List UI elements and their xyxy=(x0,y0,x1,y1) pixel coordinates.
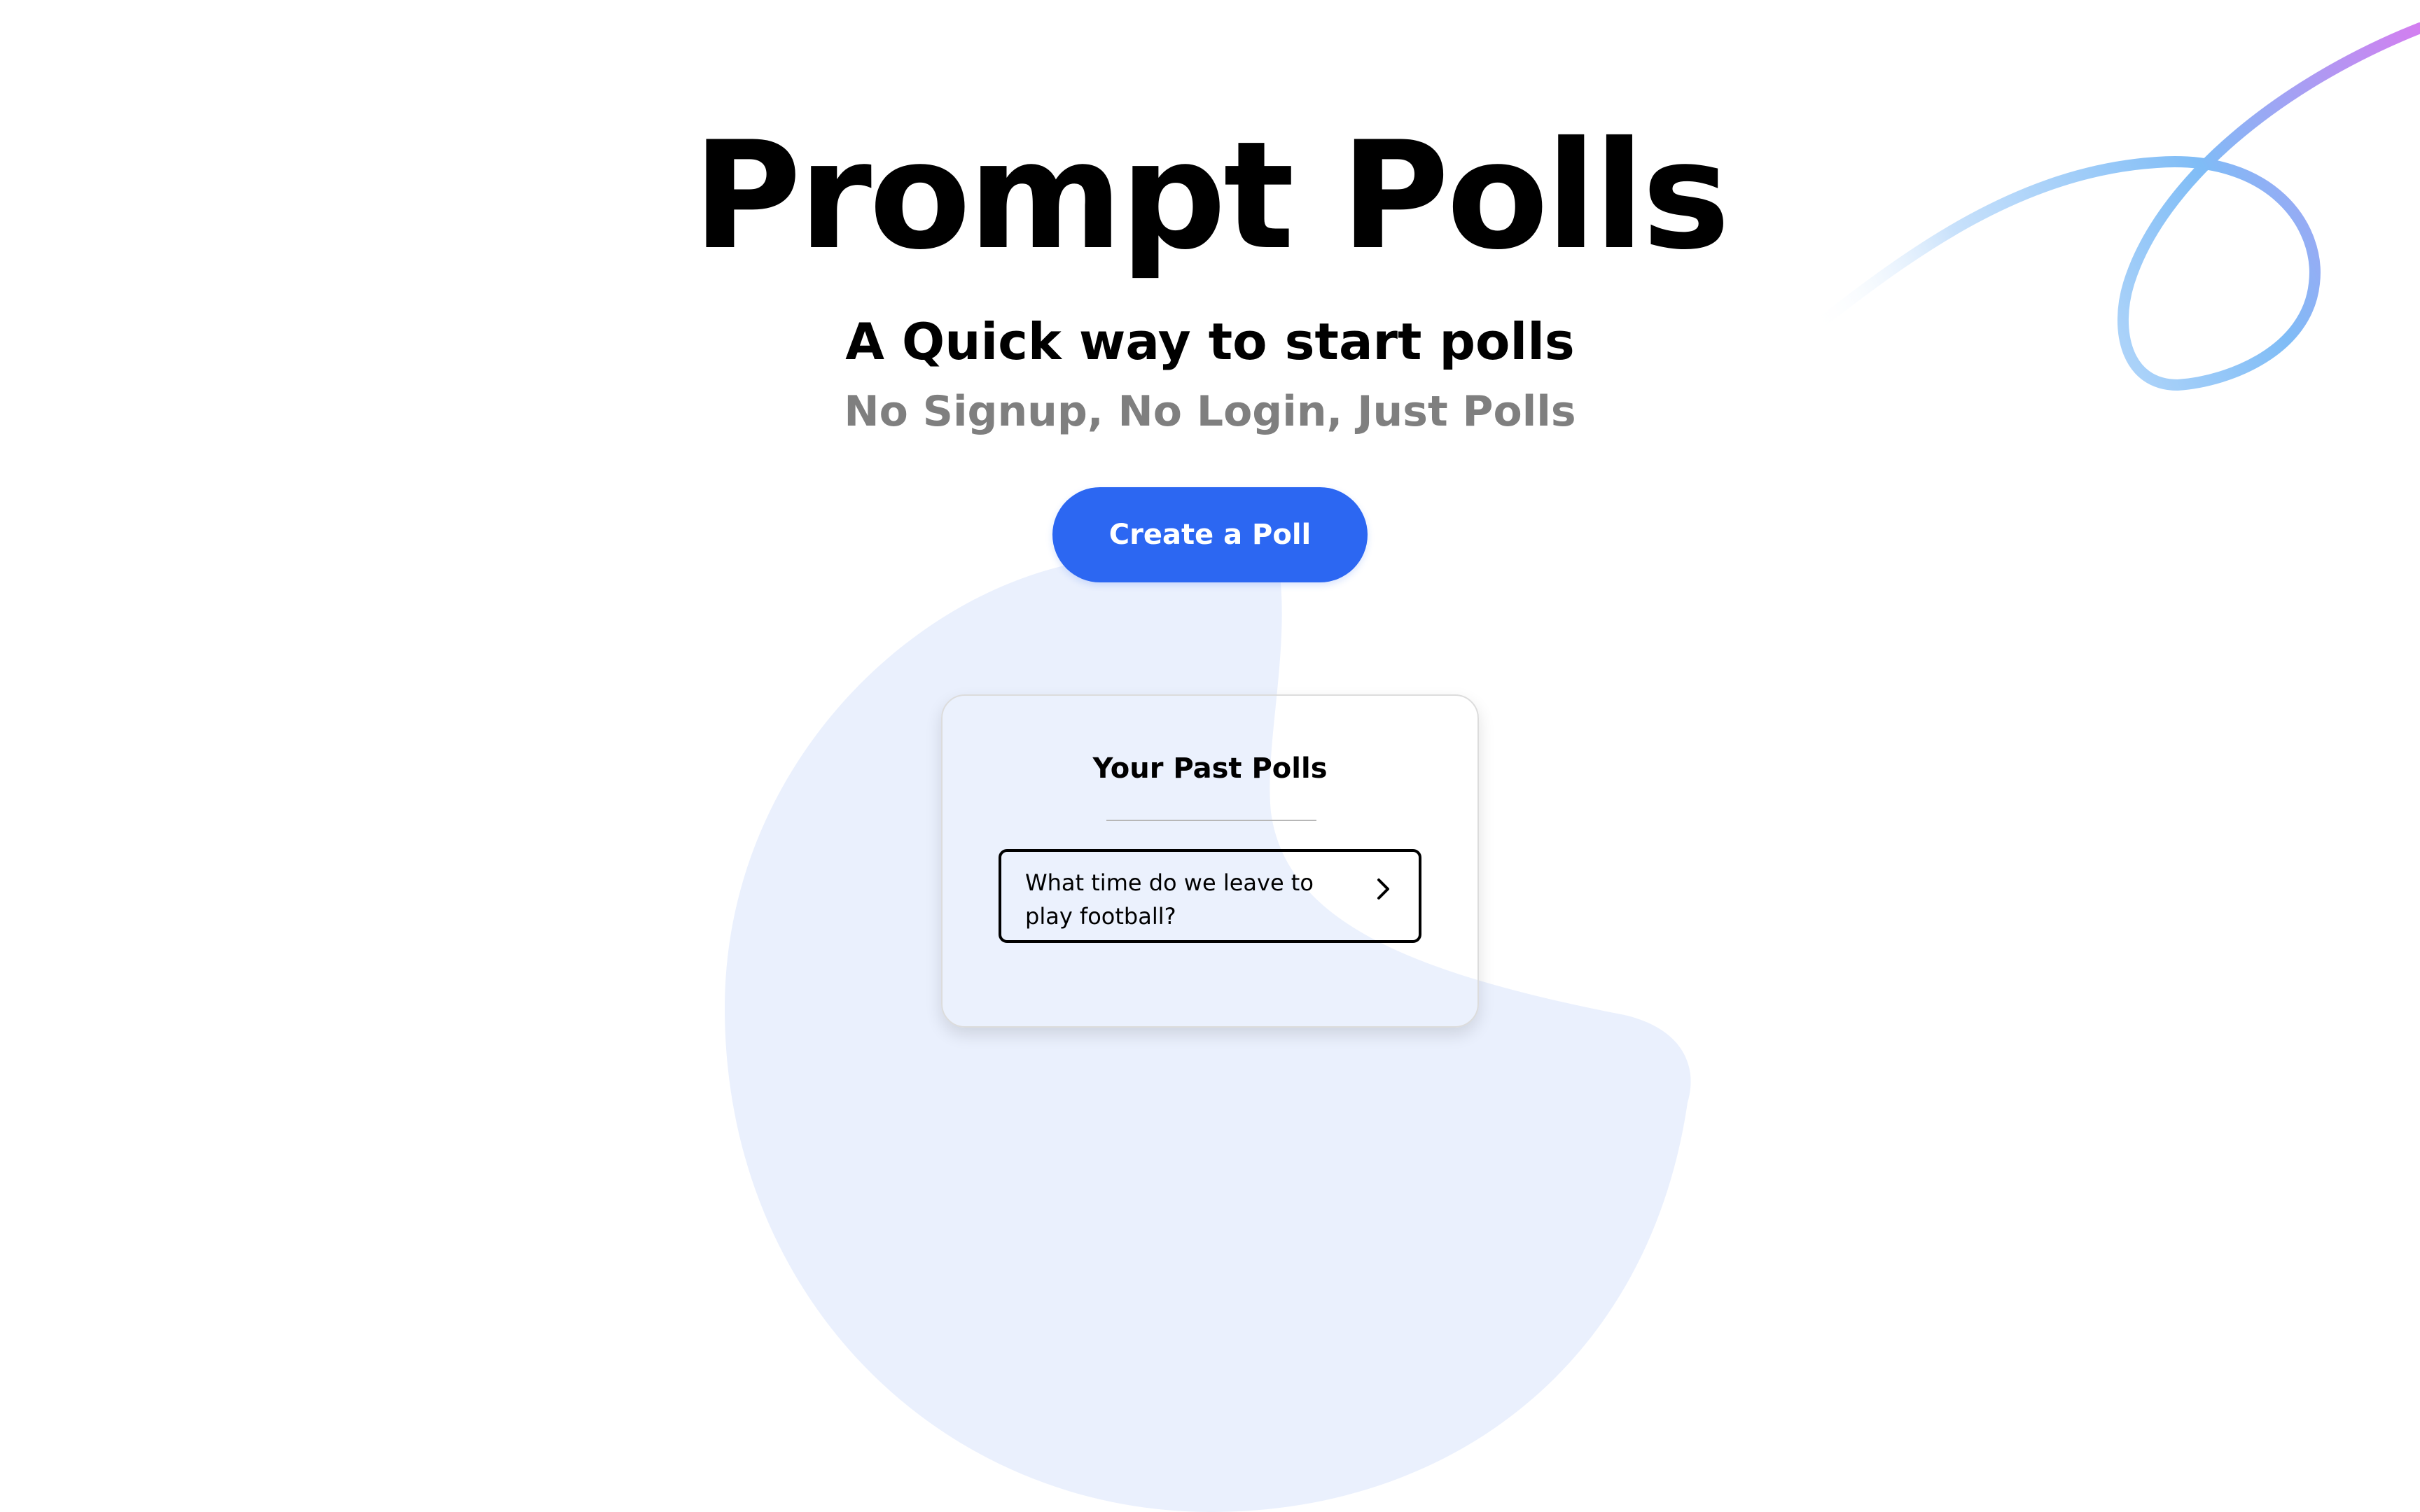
past-polls-card: Your Past Polls What time do we leave to… xyxy=(941,694,1479,1028)
create-poll-button[interactable]: Create a Poll xyxy=(1052,487,1368,582)
past-poll-item[interactable]: What time do we leave to play football? xyxy=(999,849,1421,943)
page-tagline: No Signup, No Login, Just Polls xyxy=(844,387,1576,436)
poll-question: What time do we leave to play football? xyxy=(1025,869,1314,930)
past-polls-divider xyxy=(1106,820,1316,821)
page-title: Prompt Polls xyxy=(693,109,1730,282)
past-polls-title: Your Past Polls xyxy=(1092,752,1328,785)
page-subtitle: A Quick way to start polls xyxy=(845,312,1575,371)
chevron-right-icon xyxy=(1377,878,1389,899)
